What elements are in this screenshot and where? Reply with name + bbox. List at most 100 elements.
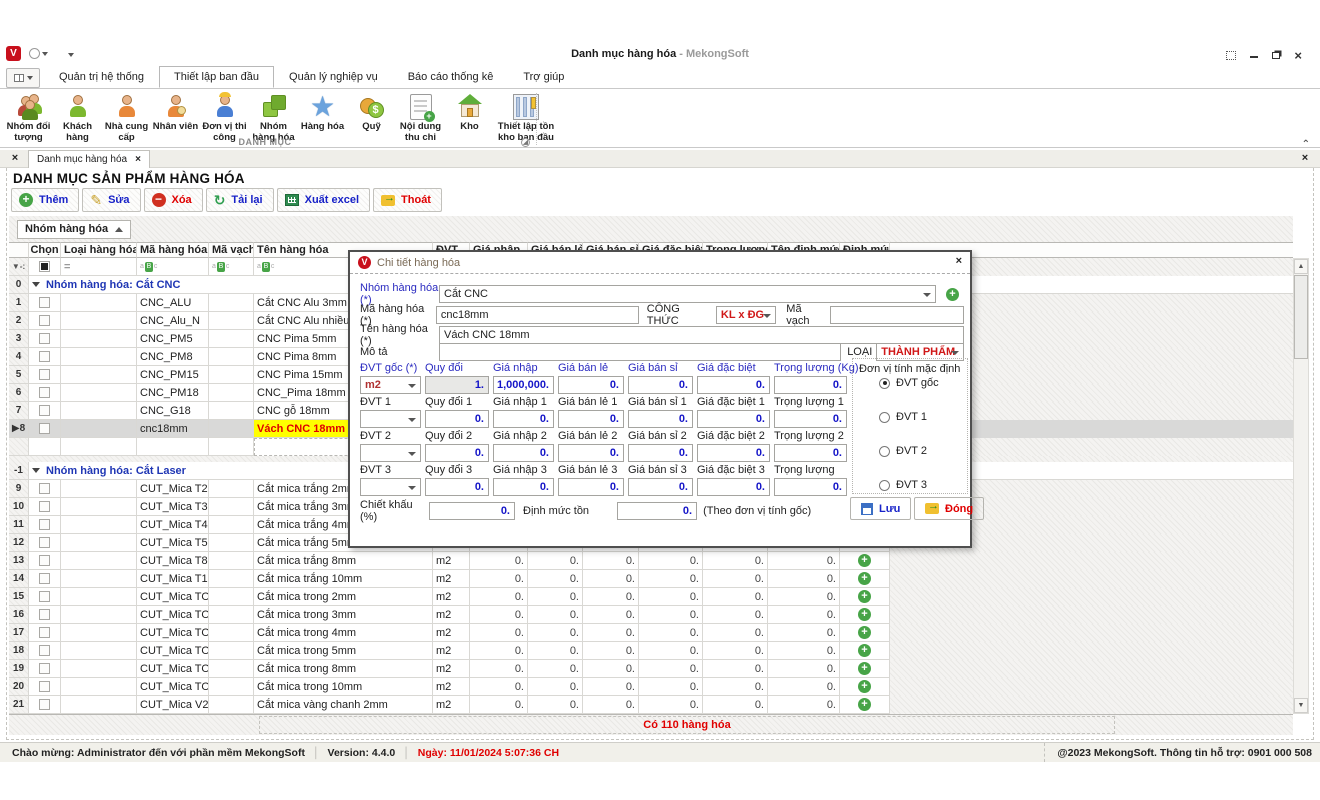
add-norm-icon[interactable]: + xyxy=(858,626,871,639)
group-by-chip[interactable]: Nhóm hàng hóa xyxy=(17,220,131,239)
ribbon-tab-quản-trị-hệ-thống[interactable]: Quản trị hệ thống xyxy=(44,66,159,88)
unit-input[interactable]: 0. xyxy=(774,478,847,496)
unit-input[interactable]: 0. xyxy=(697,444,770,462)
ribbon-tab-trợ-giúp[interactable]: Trợ giúp xyxy=(508,66,579,88)
minimize-button[interactable] xyxy=(1250,50,1258,62)
row-checkbox[interactable] xyxy=(39,681,50,692)
row-checkbox[interactable] xyxy=(39,405,50,416)
exit-button[interactable]: Thoát xyxy=(373,188,442,212)
qat-button[interactable] xyxy=(29,48,48,59)
unit-input[interactable]: 0. xyxy=(558,410,624,428)
add-norm-icon[interactable]: + xyxy=(858,698,871,711)
filter-cell-Loại hàng hóa[interactable]: = xyxy=(61,258,137,276)
add-button[interactable]: +Thêm xyxy=(11,188,79,212)
unit-select-3[interactable] xyxy=(360,478,421,496)
code-field-input[interactable]: cnc18mm xyxy=(436,306,639,324)
group-field-select[interactable]: Cắt CNC xyxy=(439,285,936,303)
filter-cell-Chọn[interactable] xyxy=(29,258,61,276)
row-checkbox[interactable] xyxy=(39,555,50,566)
unit-input[interactable]: 0. xyxy=(628,410,693,428)
unit-input[interactable]: 0. xyxy=(425,410,489,428)
row-checkbox[interactable] xyxy=(39,573,50,584)
close-button[interactable]: × xyxy=(1294,48,1302,63)
collapse-icon[interactable] xyxy=(32,282,40,287)
description-input[interactable] xyxy=(439,343,841,361)
table-row[interactable]: 18CUT_Mica TO5Cắt mica trong 5mmm20.0.0.… xyxy=(9,642,1293,660)
row-checkbox[interactable] xyxy=(39,663,50,674)
close-dialog-button[interactable]: Đóng xyxy=(914,497,984,520)
unit-input[interactable]: 0. xyxy=(774,376,847,394)
column-header-Chọn[interactable]: Chọn xyxy=(29,242,61,258)
row-checkbox[interactable] xyxy=(39,483,50,494)
radio-đvt-3[interactable]: ĐVT 3 xyxy=(879,479,927,491)
scrollbar-thumb[interactable] xyxy=(1294,275,1308,359)
unit-input[interactable]: 0. xyxy=(425,444,489,462)
close-all-tabs-icon[interactable]: × xyxy=(8,152,22,166)
add-norm-icon[interactable]: + xyxy=(858,662,871,675)
unit-input[interactable]: 0. xyxy=(774,444,847,462)
row-checkbox[interactable] xyxy=(39,609,50,620)
group-dialog-launcher-icon[interactable]: ◢ xyxy=(521,138,530,147)
unit-input[interactable]: 0. xyxy=(697,376,770,394)
radio-đvt-2[interactable]: ĐVT 2 xyxy=(879,445,927,457)
row-checkbox[interactable] xyxy=(39,591,50,602)
row-checkbox[interactable] xyxy=(39,699,50,710)
table-row[interactable]: 19CUT_Mica TO8Cắt mica trong 8mmm20.0.0.… xyxy=(9,660,1293,678)
dialog-close-icon[interactable]: × xyxy=(956,255,962,267)
scroll-up-icon[interactable]: ▲ xyxy=(1294,259,1308,274)
unit-input[interactable]: 0. xyxy=(558,376,624,394)
add-norm-icon[interactable]: + xyxy=(858,590,871,603)
row-checkbox[interactable] xyxy=(39,351,50,362)
add-norm-icon[interactable]: + xyxy=(858,572,871,585)
unit-input[interactable]: 0. xyxy=(425,478,489,496)
table-row[interactable]: 16CUT_Mica TO3Cắt mica trong 3mmm20.0.0.… xyxy=(9,606,1293,624)
add-norm-icon[interactable]: + xyxy=(858,680,871,693)
filter-cell-Mã vạch[interactable]: aBc xyxy=(209,258,254,276)
unit-input[interactable]: 0. xyxy=(493,444,554,462)
unit-input[interactable]: 0. xyxy=(774,410,847,428)
column-header-Mã vạch[interactable]: Mã vạch xyxy=(209,242,254,258)
row-checkbox[interactable] xyxy=(39,519,50,530)
collapse-icon[interactable] xyxy=(32,468,40,473)
dialog-header[interactable]: V Chi tiết hàng hóa xyxy=(350,252,970,274)
radio-đvt-1[interactable]: ĐVT 1 xyxy=(879,411,927,423)
export-excel-button[interactable]: Xuất excel xyxy=(277,188,370,212)
ribbon-tab-thiết-lập-ban-đầu[interactable]: Thiết lập ban đầu xyxy=(159,66,274,88)
row-checkbox[interactable] xyxy=(39,315,50,326)
unit-input[interactable]: 1. xyxy=(425,376,489,394)
edit-button[interactable]: ✎Sửa xyxy=(82,188,140,212)
qat-customize-button[interactable] xyxy=(68,48,74,60)
table-row[interactable]: 21CUT_Mica V2Cắt mica vàng chanh 2mmm20.… xyxy=(9,696,1293,714)
name-field-input[interactable]: Vách CNC 18mm xyxy=(439,326,964,344)
unit-input[interactable]: 0. xyxy=(628,478,693,496)
filter-cell-Mã hàng hóa[interactable]: aBc xyxy=(137,258,209,276)
column-header-Mã hàng hóa[interactable]: Mã hàng hóa xyxy=(137,242,209,258)
add-group-icon[interactable]: + xyxy=(946,288,959,301)
unit-input[interactable]: 0. xyxy=(697,478,770,496)
table-row[interactable]: 15CUT_Mica TO2Cắt mica trong 2mmm20.0.0.… xyxy=(9,588,1293,606)
row-checkbox[interactable] xyxy=(39,387,50,398)
fullscreen-button[interactable] xyxy=(1226,51,1236,60)
row-checkbox[interactable] xyxy=(39,423,50,434)
unit-input[interactable]: 0. xyxy=(628,376,693,394)
scroll-down-icon[interactable]: ▼ xyxy=(1294,698,1308,713)
row-checkbox[interactable] xyxy=(39,297,50,308)
formula-select[interactable]: KL x ĐG xyxy=(716,306,776,324)
ribbon-tab-báo-cáo-thống-kê[interactable]: Báo cáo thống kê xyxy=(393,66,509,88)
barcode-input[interactable] xyxy=(830,306,964,324)
stock-norm-input[interactable]: 0. xyxy=(617,502,697,520)
row-checkbox[interactable] xyxy=(39,537,50,548)
tab-danh-muc-hang-hoa[interactable]: Danh mục hàng hóa × xyxy=(28,150,150,168)
unit-select-0[interactable]: m2 xyxy=(360,376,421,394)
unit-input[interactable]: 0. xyxy=(628,444,693,462)
unit-input[interactable]: 0. xyxy=(493,478,554,496)
unit-input[interactable]: 1,000,000. xyxy=(493,376,554,394)
table-row[interactable]: 14CUT_Mica T10Cắt mica trắng 10mmm20.0.0… xyxy=(9,570,1293,588)
reload-button[interactable]: ↻Tải lại xyxy=(206,188,274,212)
unit-select-1[interactable] xyxy=(360,410,421,428)
add-norm-icon[interactable]: + xyxy=(858,608,871,621)
tab-close-icon[interactable]: × xyxy=(135,154,141,165)
add-norm-icon[interactable]: + xyxy=(858,644,871,657)
table-row[interactable]: 17CUT_Mica TO4Cắt mica trong 4mmm20.0.0.… xyxy=(9,624,1293,642)
table-row[interactable]: 20CUT_Mica TO...Cắt mica trong 10mmm20.0… xyxy=(9,678,1293,696)
